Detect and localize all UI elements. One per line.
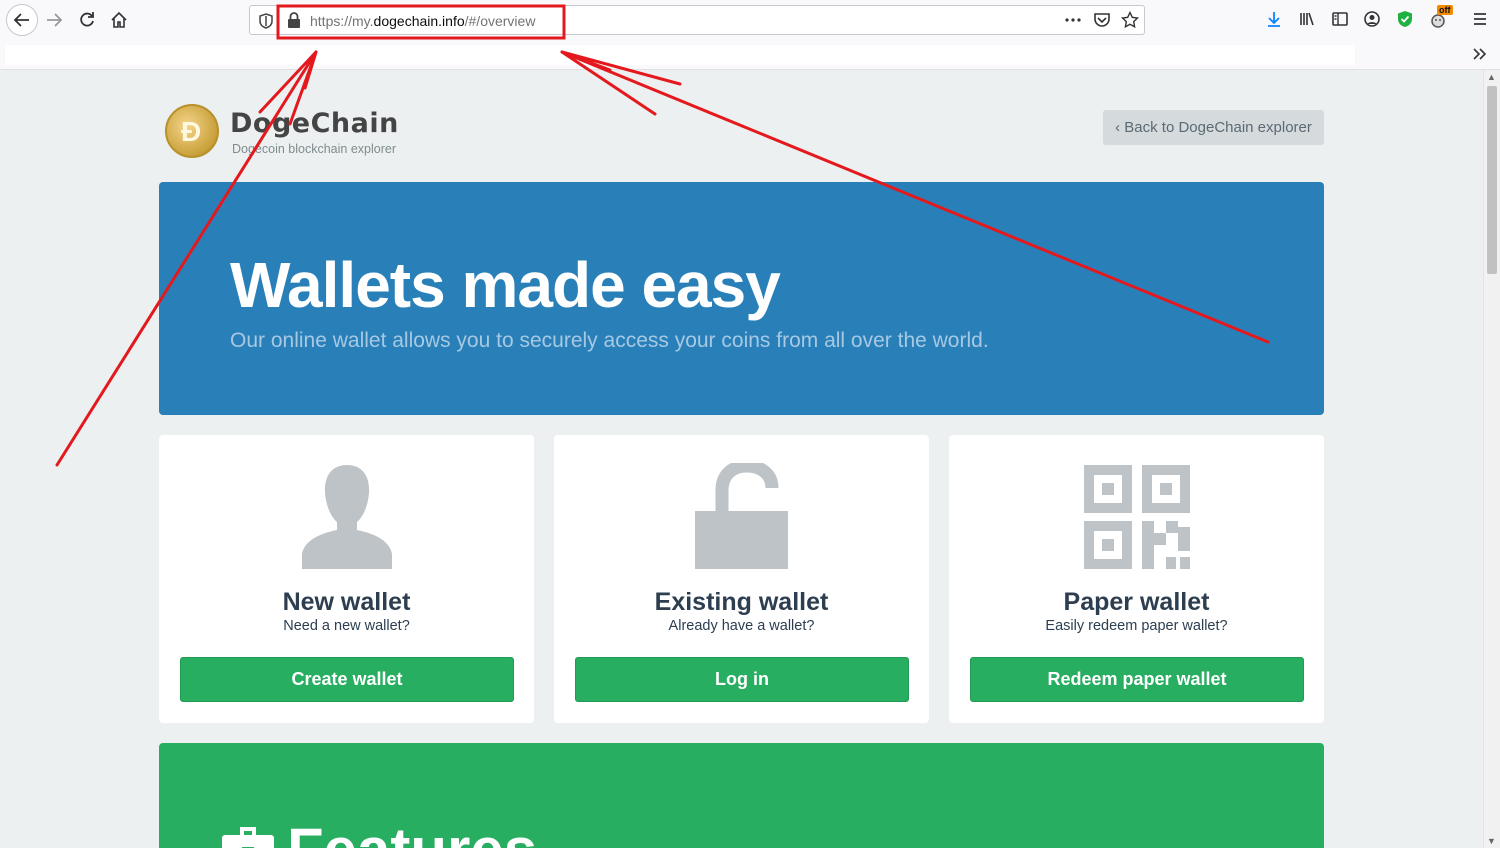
menu-icon[interactable] [1470,9,1490,29]
browser-toolbar: https://my.dogechain.info/#/overview off [0,0,1500,70]
card-title: Paper wallet [1063,588,1210,616]
bookmark-star-icon[interactable] [1120,10,1140,30]
user-icon [302,465,392,569]
library-icon[interactable] [1297,9,1317,29]
back-to-explorer-button[interactable]: ‹ Back to DogeChain explorer [1103,110,1324,145]
url-text[interactable]: https://my.dogechain.info/#/overview [310,13,535,29]
card-subtitle: Already have a wallet? [668,618,815,634]
create-wallet-button[interactable]: Create wallet [180,657,514,702]
redeem-paper-wallet-button[interactable]: Redeem paper wallet [970,657,1304,702]
paper-wallet-card: Paper wallet Easily redeem paper wallet?… [949,435,1324,723]
reload-icon[interactable] [73,6,101,34]
pocket-icon[interactable] [1092,10,1112,30]
new-wallet-card: New wallet Need a new wallet? Create wal… [159,435,534,723]
card-subtitle: Need a new wallet? [283,618,410,634]
card-title: Existing wallet [654,588,829,616]
hero-title: Wallets made easy [230,249,781,321]
url-path: /#/overview [464,13,536,29]
unlock-icon [695,463,788,569]
scroll-up-arrow-icon[interactable]: ▲ [1487,72,1496,82]
features-section: Features [159,743,1324,848]
dogecoin-logo-icon: Ð [165,104,219,158]
home-icon[interactable] [105,6,133,34]
forward-arrow-icon[interactable] [40,6,68,34]
back-arrow-icon[interactable] [6,4,38,36]
sidebar-icon[interactable] [1330,9,1350,29]
url-prefix: https://my. [310,13,374,29]
scroll-thumb[interactable] [1487,86,1497,274]
page-actions-icon[interactable] [1063,10,1083,30]
hero-banner: Wallets made easy Our online wallet allo… [159,182,1324,415]
briefcase-icon [222,827,274,848]
log-in-button[interactable]: Log in [575,657,909,702]
hero-subtitle: Our online wallet allows you to securely… [230,329,989,352]
features-title: Features [287,815,537,848]
existing-wallet-card: Existing wallet Already have a wallet? L… [554,435,929,723]
page-content: Ð DogeChain Dogecoin blockchain explorer… [0,70,1483,848]
lock-icon[interactable] [284,10,304,30]
account-icon[interactable] [1362,9,1382,29]
qr-code-icon [1084,465,1190,569]
address-bar[interactable]: https://my.dogechain.info/#/overview [249,5,1145,35]
card-subtitle: Easily redeem paper wallet? [1045,618,1228,634]
bookmarks-toolbar [5,45,1355,65]
scrollbar[interactable]: ▲ ▼ [1483,70,1500,848]
shield-icon[interactable] [256,11,276,31]
extension-off-badge: off [1437,5,1453,15]
logo-title: DogeChain [230,108,399,139]
scroll-down-arrow-icon[interactable]: ▼ [1487,836,1496,846]
overflow-chevron-icon[interactable] [1470,44,1490,64]
logo-subtitle: Dogecoin blockchain explorer [232,142,396,156]
card-title: New wallet [282,588,411,616]
download-icon[interactable] [1264,9,1284,29]
privacy-badger-icon[interactable] [1395,9,1415,29]
url-domain: dogechain.info [373,13,465,29]
